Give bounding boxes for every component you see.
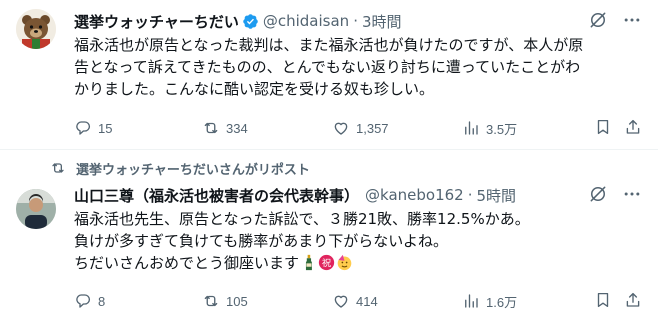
display-name[interactable]: 選挙ウォッチャーちだい: [74, 11, 239, 32]
reply-icon: [76, 121, 91, 135]
separator-dot: ·: [353, 12, 358, 30]
repost-context[interactable]: 選挙ウォッチャーちだいさんがリポスト: [50, 159, 310, 178]
share-icon[interactable]: [624, 291, 642, 309]
action-bar: 8 105 414 1.6万: [74, 291, 646, 311]
text-line: 告となって訴えてきたものの、とんでもない返り討ちに遭っていたことがわ: [74, 58, 581, 76]
text-line: かりました。こんなに酷い認定を受ける奴も珍しい。: [74, 80, 435, 98]
heart-icon: [334, 295, 348, 308]
champagne-icon: [305, 254, 312, 271]
view-count: 3.5万: [486, 121, 518, 137]
avatar[interactable]: [16, 9, 56, 49]
svg-text:祝: 祝: [322, 257, 332, 269]
party-face-icon: [337, 254, 352, 271]
reply-button[interactable]: 15: [74, 118, 112, 138]
text-line: ちだいさんおめでとう御座います: [74, 254, 300, 272]
action-bar: 15 334 1,357 3.5万: [74, 118, 646, 138]
tweet-text: 福永活也が原告となった裁判は、また福永活也が負けたのですが、本人が原 告となって…: [74, 34, 642, 100]
views-button[interactable]: 3.5万: [462, 118, 517, 138]
reply-count: 8: [98, 293, 106, 309]
repost-icon: [204, 122, 218, 134]
timestamp[interactable]: 3時間: [362, 11, 402, 32]
more-icon[interactable]: [622, 10, 642, 30]
handle[interactable]: @kanebo162: [365, 186, 464, 204]
timestamp[interactable]: 5時間: [476, 185, 516, 206]
reply-count: 15: [98, 120, 113, 136]
separator-dot: ·: [467, 186, 473, 204]
tweet-text: 福永活也先生、原告となった訴訟で、３勝21敗、勝率12.5%かあ。 負けが多すぎ…: [74, 208, 642, 274]
grok-icon[interactable]: [588, 184, 608, 204]
bear-avatar-icon: [16, 9, 56, 49]
tweet-header: 選挙ウォッチャーちだい @chidaisan · 3時間: [74, 10, 646, 32]
reply-button[interactable]: 8: [74, 291, 105, 311]
views-chart-icon: [465, 294, 478, 308]
avatar[interactable]: [16, 189, 56, 229]
repost-count: 105: [226, 293, 248, 309]
repost-count: 334: [226, 120, 248, 136]
display-name[interactable]: 山口三尊（福永活也被害者の会代表幹事）: [74, 185, 359, 206]
repost-button[interactable]: 105: [202, 291, 248, 311]
bookmark-icon[interactable]: [594, 291, 612, 309]
congratulations-icon: 祝: [318, 254, 335, 271]
text-line-with-emoji: ちだいさんおめでとう御座います 祝: [74, 252, 642, 274]
person-avatar-icon: [16, 189, 56, 229]
text-line: 福永活也先生、原告となった訴訟で、３勝21敗、勝率12.5%かあ。: [74, 210, 530, 228]
view-count: 1.6万: [486, 294, 518, 310]
verified-badge-icon: [243, 13, 258, 29]
repost-icon: [52, 163, 64, 173]
repost-icon: [204, 295, 218, 307]
reply-icon: [76, 294, 91, 308]
grok-icon[interactable]: [588, 10, 608, 30]
views-chart-icon: [465, 121, 478, 135]
share-icon[interactable]: [624, 118, 642, 136]
bookmark-icon[interactable]: [594, 118, 612, 136]
tweet-2[interactable]: 選挙ウォッチャーちだいさんがリポスト 山口三尊（福永活也被害者の会代表幹事） @…: [0, 150, 658, 323]
like-button[interactable]: 414: [332, 291, 378, 311]
text-line: 負けが多すぎて負けても勝率があまり下がらないよね。: [74, 232, 448, 250]
like-count: 414: [356, 293, 378, 309]
like-button[interactable]: 1,357: [332, 118, 389, 138]
heart-icon: [334, 122, 348, 135]
like-count: 1,357: [356, 120, 389, 136]
handle[interactable]: @chidaisan: [263, 12, 349, 30]
text-line: 福永活也が原告となった裁判は、また福永活也が負けたのですが、本人が原: [74, 36, 584, 54]
tweet-1[interactable]: 選挙ウォッチャーちだい @chidaisan · 3時間 福永活也が原告となった…: [0, 0, 658, 150]
views-button[interactable]: 1.6万: [462, 291, 517, 311]
tweet-header: 山口三尊（福永活也被害者の会代表幹事） @kanebo162 · 5時間: [74, 184, 646, 206]
more-icon[interactable]: [622, 184, 642, 204]
repost-context-label: 選挙ウォッチャーちだいさんがリポスト: [76, 162, 310, 178]
repost-button[interactable]: 334: [202, 118, 248, 138]
